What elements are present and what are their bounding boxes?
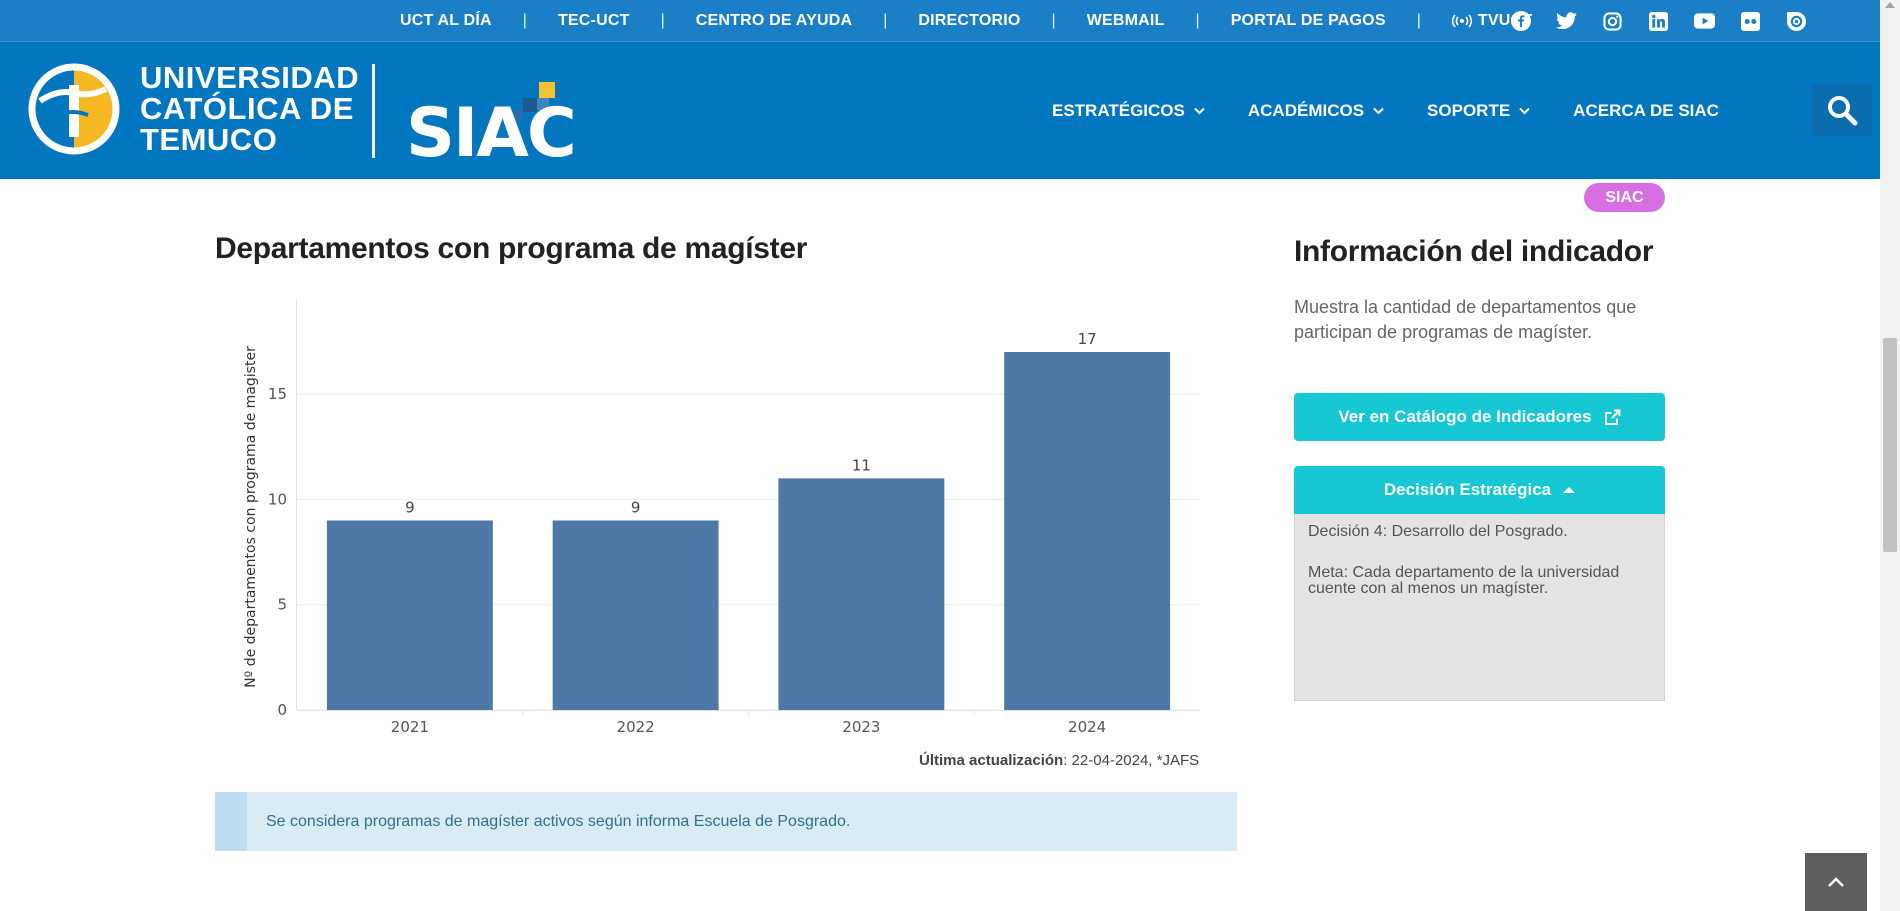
accordion-title: Decisión Estratégica — [1383, 480, 1552, 499]
top-separator: | — [660, 12, 665, 29]
top-separator: | — [1051, 12, 1056, 29]
flickr-icon[interactable] — [1740, 11, 1761, 32]
linkedin-icon[interactable] — [1648, 11, 1669, 32]
main-nav: ESTRATÉGICOS ACADÉMICOS SOPORTE ACERCA D… — [1052, 42, 1719, 179]
toplink-directorio[interactable]: DIRECTORIO — [918, 12, 1020, 30]
social-links — [1510, 0, 1807, 42]
toplink-portal-de-pagos[interactable]: PORTAL DE PAGOS — [1231, 12, 1386, 30]
chevron-up-icon — [1828, 877, 1844, 887]
broadcast-icon — [1451, 14, 1472, 28]
info-note-bar — [215, 792, 247, 851]
uct-line-1: UNIVERSIDAD — [140, 60, 360, 95]
bar-chart: 0 5 10 15 Nº de departamentos con programa d… — [243, 300, 1200, 736]
uct-logo[interactable]: UNIVERSIDAD CATÓLICA DE TEMUCO — [28, 62, 359, 155]
chevron-down-icon — [1519, 107, 1530, 114]
goal-text: Meta: Cada departamento de la universida… — [1308, 564, 1620, 597]
uct-line-3: TEMUCO — [140, 122, 278, 157]
y-tick-label: 0 — [277, 701, 287, 719]
bar-2024 — [1004, 352, 1171, 710]
data-label: 9 — [631, 498, 641, 516]
data-label: 9 — [405, 498, 415, 516]
toplink-tec-uct[interactable]: TEC-UCT — [558, 12, 630, 30]
data-label: 17 — [1078, 330, 1097, 348]
scroll-up-arrow-icon[interactable] — [1885, 2, 1895, 8]
info-note: Se considera programas de magíster activ… — [215, 792, 1237, 851]
bar-2022 — [552, 520, 719, 710]
indicator-description: Muestra la cantidad de departamentos que… — [1294, 297, 1637, 342]
top-separator: | — [1195, 12, 1200, 29]
nav-soporte-label: SOPORTE — [1427, 100, 1511, 120]
indicator-info-title: Información del indicador — [1294, 235, 1654, 268]
instagram-icon[interactable] — [1602, 11, 1623, 32]
chevron-down-icon — [1194, 107, 1205, 114]
x-tick-label: 2021 — [391, 718, 429, 736]
nav-soporte[interactable]: SOPORTE — [1427, 101, 1530, 121]
last-updated-value: : 22-04-2024, *JAFS — [1063, 752, 1200, 769]
toplink-centro-de-ayuda[interactable]: CENTRO DE AYUDA — [696, 12, 853, 30]
chevron-down-icon — [1373, 107, 1384, 114]
last-updated-label: Última actualización — [919, 752, 1064, 769]
x-tick-label: 2022 — [617, 718, 655, 736]
bar-2021 — [326, 520, 493, 710]
nav-acerca-de-siac-label: ACERCA DE SIAC — [1573, 100, 1719, 120]
nav-academicos[interactable]: ACADÉMICOS — [1248, 101, 1384, 121]
search-button[interactable] — [1812, 84, 1872, 136]
search-icon — [1828, 96, 1858, 126]
main-header: UNIVERSIDAD CATÓLICA DE TEMUCO SIAC ESTR… — [0, 42, 1880, 179]
y-tick-label: 5 — [277, 596, 287, 614]
y-tick-label: 10 — [268, 490, 287, 508]
youtube-icon[interactable] — [1694, 11, 1715, 32]
twitter-icon[interactable] — [1556, 11, 1577, 32]
scrollbar-thumb[interactable] — [1883, 338, 1897, 552]
siac-logo-text: SIAC — [406, 94, 575, 162]
uct-emblem-icon — [28, 63, 120, 154]
info-note-text: Se considera programas de magíster activ… — [266, 812, 851, 830]
page-title: Departamentos con programa de magíster — [215, 232, 808, 265]
facebook-icon[interactable] — [1510, 11, 1531, 32]
siac-badge: SIAC — [1584, 183, 1665, 212]
toplink-uct-al-dia[interactable]: UCT AL DÍA — [400, 12, 492, 30]
x-tick-label: 2023 — [842, 718, 880, 736]
top-utility-bar: UCT AL DÍA | TEC-UCT | CENTRO DE AYUDA |… — [0, 0, 1880, 42]
bar-2023 — [778, 478, 945, 710]
top-separator: | — [522, 12, 527, 29]
top-separator: | — [883, 12, 888, 29]
nav-acerca-de-siac[interactable]: ACERCA DE SIAC — [1573, 101, 1719, 121]
caret-up-icon — [1563, 487, 1576, 493]
external-link-icon — [1604, 409, 1621, 425]
uct-wordmark: UNIVERSIDAD CATÓLICA DE TEMUCO — [140, 62, 359, 155]
strategic-decision-accordion: Decisión Estratégica Decisión 4: Desarro… — [1294, 466, 1665, 701]
toplink-webmail[interactable]: WEBMAIL — [1087, 12, 1165, 30]
nav-estrategicos[interactable]: ESTRATÉGICOS — [1052, 101, 1205, 121]
accordion-toggle[interactable]: Decisión Estratégica — [1294, 466, 1665, 514]
issuu-icon[interactable] — [1786, 11, 1807, 32]
top-separator: | — [1416, 12, 1421, 29]
last-updated: Última actualización: 22-04-2024, *JAFS — [919, 752, 1199, 769]
siac-logo[interactable]: SIAC — [406, 62, 586, 173]
logo-divider — [372, 64, 375, 158]
decision-text: Decisión 4: Desarrollo del Posgrado. — [1308, 523, 1568, 540]
x-tick-label: 2024 — [1068, 718, 1106, 736]
nav-academicos-label: ACADÉMICOS — [1247, 100, 1365, 120]
data-label: 11 — [852, 456, 871, 474]
y-tick-label: 15 — [268, 385, 287, 403]
catalog-button[interactable]: Ver en Catálogo de Indicadores — [1294, 393, 1665, 441]
top-links: UCT AL DÍA | TEC-UCT | CENTRO DE AYUDA |… — [400, 0, 1532, 42]
back-to-top-button[interactable] — [1805, 853, 1867, 911]
uct-line-2: CATÓLICA DE — [140, 91, 354, 126]
page-scrollbar[interactable] — [1880, 0, 1900, 911]
catalog-button-label: Ver en Catálogo de Indicadores — [1338, 407, 1592, 426]
nav-estrategicos-label: ESTRATÉGICOS — [1052, 100, 1185, 120]
accordion-body: Decisión 4: Desarrollo del Posgrado. Met… — [1294, 514, 1665, 701]
y-axis-title: Nº de departamentos con programa de magi… — [243, 346, 259, 688]
